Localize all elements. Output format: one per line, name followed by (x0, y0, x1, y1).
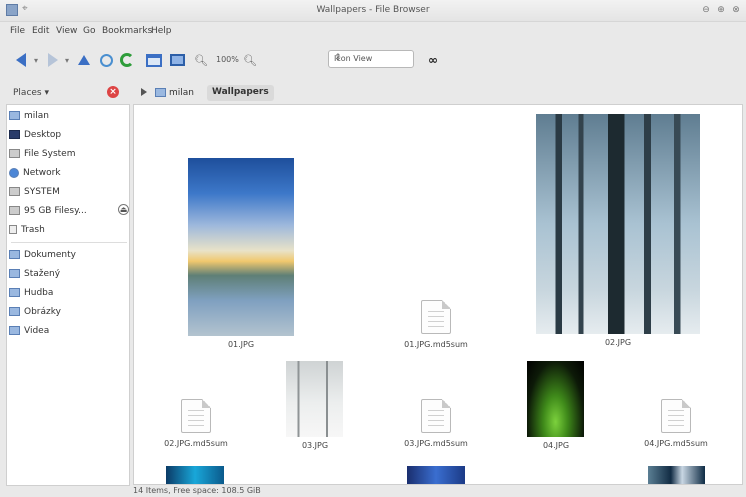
image-thumbnail (286, 361, 343, 437)
breadcrumb-arrow-icon[interactable] (141, 88, 147, 96)
breadcrumb: milan Wallpapers (133, 82, 743, 104)
file-name: 01.JPG.md5sum (404, 340, 468, 349)
menu-file[interactable]: File (10, 26, 25, 36)
image-thumbnail (188, 158, 294, 336)
place-item-95gb[interactable]: 95 GB Filesy... ⏏ (9, 202, 129, 219)
image-thumbnail (527, 361, 584, 437)
zoom-out-icon: 🔍︎ (194, 53, 208, 67)
places-menu[interactable]: Places ▾ (13, 88, 49, 98)
text-file-icon (421, 399, 451, 433)
folder-icon (9, 326, 20, 335)
places-panel: milan Desktop File System Network SYSTEM… (6, 104, 130, 486)
file-item[interactable]: 04.JPG (527, 361, 584, 450)
zoom-in-button[interactable]: 🔍︎ (243, 50, 257, 70)
menu-help[interactable]: Help (151, 26, 172, 36)
window-title: Wallpapers - File Browser (316, 5, 430, 15)
zoom-in-icon: 🔍︎ (243, 53, 257, 67)
home-folder-icon (155, 88, 166, 97)
menu-edit[interactable]: Edit (32, 26, 49, 36)
place-item-videa[interactable]: Videa (9, 322, 49, 339)
file-view: 01.JPG 01.JPG.md5sum 02.JPG 02.JPG.md5su… (133, 104, 743, 485)
network-icon (9, 167, 19, 178)
folder-icon (9, 250, 20, 259)
forward-button[interactable] (46, 50, 60, 70)
maximize-icon[interactable]: ⊕ (715, 4, 727, 16)
menu-bookmarks[interactable]: Bookmarks (102, 26, 152, 36)
image-thumbnail[interactable] (407, 466, 465, 484)
text-file-icon (181, 399, 211, 433)
place-item-desktop[interactable]: Desktop (9, 126, 61, 143)
text-file-icon (661, 399, 691, 433)
places-header: Places ▾ × (0, 82, 131, 104)
close-places-icon[interactable]: × (107, 86, 119, 98)
spin-arrows-icon: ⇕ (334, 53, 342, 63)
file-item[interactable]: 02.JPG.md5sum (164, 399, 228, 448)
file-item[interactable]: 03.JPG.md5sum (404, 399, 468, 448)
desktop-icon (9, 130, 20, 139)
back-arrow-icon (16, 53, 26, 67)
folder-icon (9, 269, 20, 278)
image-thumbnail (536, 114, 700, 334)
close-window-icon[interactable]: ⊗ (730, 4, 742, 16)
new-tab-button[interactable] (168, 50, 186, 70)
forward-history-button[interactable]: ▾ (63, 50, 71, 70)
place-item-trash[interactable]: Trash (9, 221, 45, 238)
file-item[interactable]: 03.JPG (286, 361, 343, 450)
places-divider (11, 242, 127, 243)
folder-icon (9, 307, 20, 316)
file-item[interactable]: 01.JPG.md5sum (404, 300, 468, 349)
home-folder-icon (9, 111, 20, 120)
image-thumbnail[interactable] (166, 466, 224, 484)
reload-icon (120, 53, 134, 67)
new-window-button[interactable] (145, 50, 163, 70)
eject-icon[interactable]: ⏏ (118, 204, 129, 215)
file-item[interactable]: 01.JPG (188, 158, 294, 349)
drive-icon (9, 206, 20, 215)
place-item-hudba[interactable]: Hudba (9, 284, 53, 301)
text-file-icon (421, 300, 451, 334)
place-item-dokumenty[interactable]: Dokumenty (9, 246, 76, 263)
place-item-milan[interactable]: milan (9, 107, 49, 124)
place-item-file-system[interactable]: File System (9, 145, 75, 162)
breadcrumb-home[interactable]: milan (155, 86, 205, 100)
window-icon (146, 53, 162, 67)
home-button[interactable] (98, 50, 114, 70)
file-name: 04.JPG.md5sum (644, 439, 708, 448)
home-icon (99, 53, 113, 67)
place-item-stazeny[interactable]: Stažený (9, 265, 60, 282)
forward-arrow-icon (48, 53, 58, 67)
back-history-button[interactable]: ▾ (32, 50, 40, 70)
file-item[interactable]: 02.JPG (536, 114, 700, 347)
view-mode-select[interactable]: Icon View ⇕ (328, 50, 414, 68)
file-name: 01.JPG (227, 340, 255, 349)
place-item-system[interactable]: SYSTEM (9, 183, 60, 200)
menu-bar: File Edit View Go Bookmarks Help (0, 22, 746, 42)
find-button[interactable]: ∞ (425, 50, 441, 70)
title-bar: ⌖ Wallpapers - File Browser ⊖ ⊕ ⊗ (0, 0, 746, 22)
up-button[interactable] (76, 50, 92, 70)
image-thumbnail[interactable] (648, 466, 705, 484)
status-bar: 14 Items, Free space: 108.5 GiB (133, 486, 261, 495)
monitor-icon (169, 54, 185, 66)
file-name: 02.JPG (604, 338, 632, 347)
zoom-out-button[interactable]: 🔍︎ (194, 50, 208, 70)
folder-icon (9, 288, 20, 297)
place-item-obrazky[interactable]: Obrázky (9, 303, 61, 320)
back-button[interactable] (14, 50, 28, 70)
breadcrumb-current[interactable]: Wallpapers (207, 85, 274, 101)
menu-go[interactable]: Go (83, 26, 95, 36)
zoom-level: 100% (216, 55, 239, 64)
place-item-network[interactable]: Network (9, 164, 61, 181)
drive-icon (9, 149, 20, 158)
drive-icon (9, 187, 20, 196)
reload-button[interactable] (118, 50, 136, 70)
trash-icon (9, 225, 17, 234)
up-arrow-icon (78, 55, 90, 65)
minimize-icon[interactable]: ⊖ (700, 4, 712, 16)
binoculars-icon: ∞ (428, 53, 438, 67)
file-item[interactable]: 04.JPG.md5sum (644, 399, 708, 448)
menu-view[interactable]: View (56, 26, 77, 36)
